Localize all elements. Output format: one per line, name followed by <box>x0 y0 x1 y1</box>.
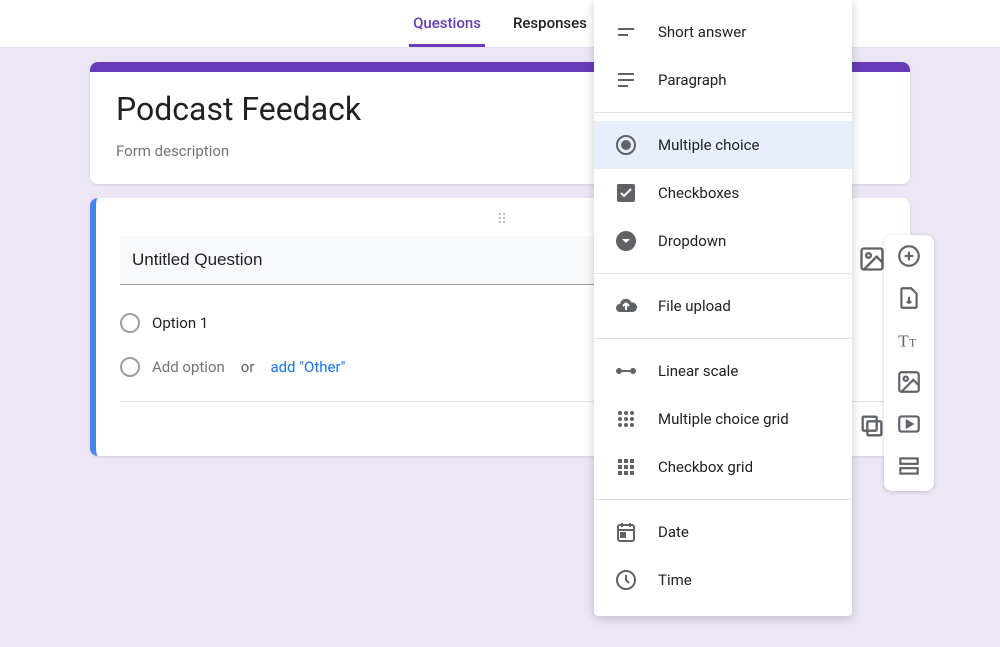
type-checkbox-grid[interactable]: Checkbox grid <box>594 443 852 491</box>
type-multiple-choice-grid[interactable]: Multiple choice grid <box>594 395 852 443</box>
image-icon <box>896 369 922 399</box>
separator <box>594 338 852 339</box>
type-label: Linear scale <box>658 362 738 380</box>
type-paragraph[interactable]: Paragraph <box>594 56 852 104</box>
video-icon <box>896 411 922 441</box>
dot-grid-icon <box>614 407 638 431</box>
add-section-button[interactable] <box>896 455 922 481</box>
clock-icon <box>614 568 638 592</box>
section-icon <box>896 453 922 483</box>
plus-circle-icon <box>896 243 922 273</box>
svg-text:T: T <box>898 332 909 351</box>
type-label: Checkbox grid <box>658 458 753 476</box>
title-icon: TT <box>896 327 922 357</box>
image-icon <box>858 245 886 277</box>
separator <box>594 112 852 113</box>
tab-questions[interactable]: Questions <box>409 14 485 47</box>
checkbox-icon <box>614 181 638 205</box>
radio-icon <box>120 313 140 333</box>
type-checkboxes[interactable]: Checkboxes <box>594 169 852 217</box>
type-label: Time <box>658 571 692 589</box>
or-text: or <box>241 358 255 376</box>
tabs: Questions Responses <box>409 14 591 47</box>
type-label: File upload <box>658 297 731 315</box>
type-dropdown[interactable]: Dropdown <box>594 217 852 265</box>
paragraph-icon <box>614 68 638 92</box>
add-other-link[interactable]: add "Other" <box>270 358 345 376</box>
radio-selected-icon <box>614 133 638 157</box>
copy-icon <box>858 412 886 444</box>
type-label: Checkboxes <box>658 184 739 202</box>
dropdown-icon <box>614 229 638 253</box>
add-option-text[interactable]: Add option <box>152 358 225 376</box>
add-image-button[interactable] <box>858 247 886 275</box>
type-label: Paragraph <box>658 71 727 89</box>
type-multiple-choice[interactable]: Multiple choice <box>594 121 852 169</box>
linear-scale-icon <box>614 359 638 383</box>
import-questions-button[interactable] <box>896 287 922 313</box>
type-date[interactable]: Date <box>594 508 852 556</box>
square-grid-icon <box>614 455 638 479</box>
add-image-button[interactable] <box>896 371 922 397</box>
side-toolbar: TT <box>884 235 934 491</box>
import-icon <box>896 285 922 315</box>
option-label[interactable]: Option 1 <box>152 314 208 332</box>
type-linear-scale[interactable]: Linear scale <box>594 347 852 395</box>
add-title-button[interactable]: TT <box>896 329 922 355</box>
type-label: Date <box>658 523 689 541</box>
radio-icon <box>120 357 140 377</box>
type-time[interactable]: Time <box>594 556 852 604</box>
duplicate-button[interactable] <box>858 414 886 442</box>
separator <box>594 499 852 500</box>
separator <box>594 273 852 274</box>
svg-text:T: T <box>909 336 917 350</box>
type-short-answer[interactable]: Short answer <box>594 8 852 56</box>
short-answer-icon <box>614 20 638 44</box>
type-label: Multiple choice <box>658 136 759 154</box>
add-video-button[interactable] <box>896 413 922 439</box>
cloud-upload-icon <box>614 294 638 318</box>
tab-responses[interactable]: Responses <box>509 14 591 47</box>
add-question-button[interactable] <box>896 245 922 271</box>
type-label: Short answer <box>658 23 746 41</box>
calendar-icon <box>614 520 638 544</box>
type-label: Multiple choice grid <box>658 410 789 428</box>
question-type-dropdown[interactable]: Short answer Paragraph Multiple choice C… <box>594 0 852 616</box>
type-label: Dropdown <box>658 232 726 250</box>
type-file-upload[interactable]: File upload <box>594 282 852 330</box>
